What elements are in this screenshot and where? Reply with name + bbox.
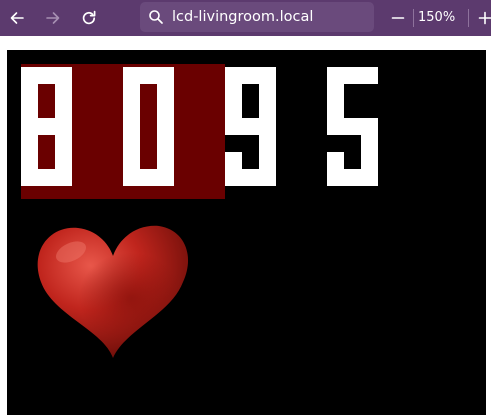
forward-button[interactable] [38,3,68,33]
lcd-digit [21,67,72,186]
lcd-pixel [259,118,276,135]
lcd-digit [327,67,378,186]
lcd-pixel [157,67,174,84]
plus-icon [478,11,491,25]
lcd-pixel [259,152,276,169]
lcd-digit [123,67,174,186]
lcd-pixel [259,67,276,84]
lcd-pixel [157,135,174,152]
reload-button[interactable] [74,3,104,33]
zoom-in-button[interactable] [474,3,491,33]
lcd-pixel [21,135,38,152]
lcd-pixel [344,67,361,84]
lcd-pixel [157,101,174,118]
lcd-pixel [123,118,140,135]
arrow-left-icon [10,12,24,24]
back-button[interactable] [2,3,32,33]
lcd-pixel [55,169,72,186]
lcd-pixel [361,67,378,84]
browser-toolbar: lcd-livingroom.local 150% [0,0,491,36]
url-bar[interactable]: lcd-livingroom.local [140,2,374,32]
lcd-pixel [225,152,242,169]
lcd-pixel [327,101,344,118]
lcd-pixel [344,169,361,186]
lcd-pixel [21,169,38,186]
lcd-pixel [38,169,55,186]
lcd-pixel [55,118,72,135]
toolbar-divider [413,9,414,27]
lcd-pixel [327,152,344,169]
lcd-pixel [123,84,140,101]
lcd-pixel [21,84,38,101]
lcd-pixel [225,118,242,135]
arrow-right-icon [46,12,60,24]
lcd-pixel [327,118,344,135]
toolbar-divider [468,9,469,27]
url-text: lcd-livingroom.local [172,9,314,25]
lcd-pixel [361,135,378,152]
lcd-pixel [327,84,344,101]
zoom-level[interactable]: 150% [418,10,455,25]
reload-icon [82,10,96,25]
lcd-pixel [361,152,378,169]
lcd-pixel [55,152,72,169]
lcd-pixel [225,101,242,118]
lcd-pixel [21,67,38,84]
lcd-digit [225,67,276,186]
lcd-pixel [259,101,276,118]
lcd-pixel [361,118,378,135]
lcd-pixel [225,84,242,101]
lcd-pixel [123,135,140,152]
lcd-pixel [361,169,378,186]
lcd-pixel [225,67,242,84]
lcd-pixel [123,101,140,118]
lcd-pixel [21,118,38,135]
lcd-pixel [123,169,140,186]
lcd-pixel [55,101,72,118]
lcd-pixel [38,67,55,84]
lcd-pixel [259,135,276,152]
lcd-pixel [55,84,72,101]
lcd-pixel [21,152,38,169]
lcd-pixel [157,84,174,101]
lcd-pixel [327,169,344,186]
lcd-pixel [344,118,361,135]
lcd-pixel [38,118,55,135]
lcd-pixel [55,67,72,84]
heart-icon [37,225,189,358]
lcd-pixel [242,118,259,135]
lcd-pixel [242,67,259,84]
lcd-pixel [140,169,157,186]
zoom-out-button[interactable] [386,3,410,33]
lcd-pixel [259,84,276,101]
lcd-pixel [157,152,174,169]
lcd-pixel [140,67,157,84]
lcd-pixel [55,135,72,152]
lcd-pixel [21,101,38,118]
lcd-pixel [123,67,140,84]
lcd-pixel [242,169,259,186]
lcd-pixel [157,169,174,186]
lcd-pixel [157,118,174,135]
page-viewport [0,36,491,415]
lcd-pixel [225,169,242,186]
minus-icon [391,17,405,19]
lcd-pixel [123,152,140,169]
search-icon [149,10,163,24]
lcd-screen [7,50,486,415]
lcd-pixel [259,169,276,186]
lcd-pixel [327,67,344,84]
